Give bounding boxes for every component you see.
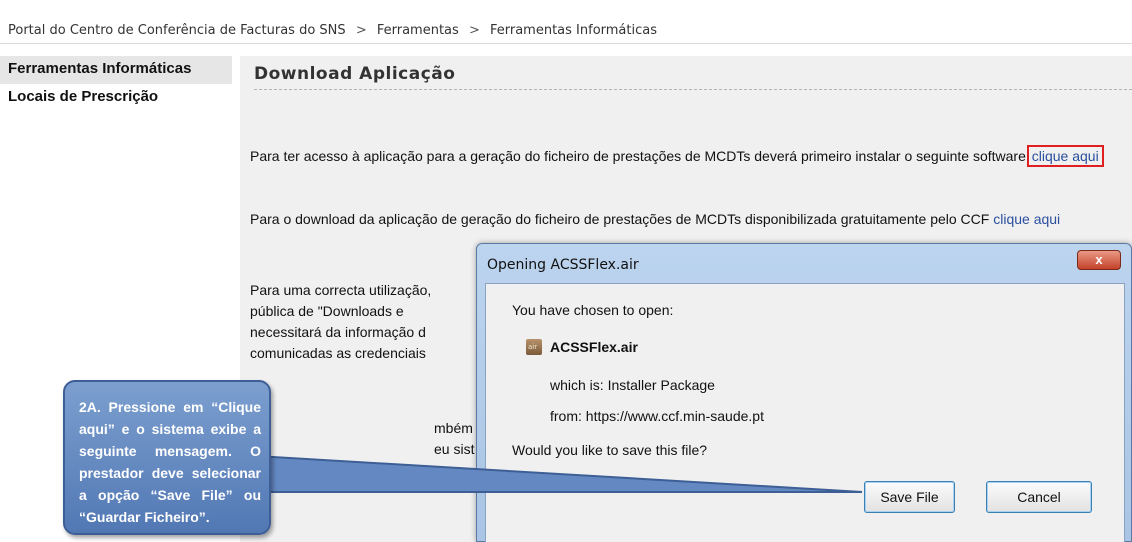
close-icon[interactable]: x <box>1077 250 1121 270</box>
dialog-question: Would you like to save this file? <box>512 442 708 458</box>
sidebar-item-locais-de-prescricao[interactable]: Locais de Prescrição <box>0 84 236 112</box>
file-type-value: Installer Package <box>607 377 715 393</box>
cancel-button[interactable]: Cancel <box>986 481 1092 513</box>
file-source-row: from: https://www.ccf.min-saude.pt <box>550 408 764 424</box>
file-type-label: which is: <box>550 377 604 393</box>
paragraph-application: Para o download da aplicação de geração … <box>250 209 1132 230</box>
breadcrumb: Portal do Centro de Conferência de Factu… <box>8 23 657 38</box>
instruction-callout: 2A. Pressione em “Clique aqui” e o siste… <box>63 380 271 535</box>
paragraph-software-text: Para ter acesso à aplicação para a geraç… <box>250 148 1026 164</box>
dialog-title: Opening ACSSFlex.air <box>487 257 639 273</box>
callout-text: 2A. Pressione em “Clique aqui” e o siste… <box>79 399 261 525</box>
dialog-body: You have chosen to open: air ACSSFlex.ai… <box>485 283 1125 542</box>
application-download-link[interactable]: clique aqui <box>993 211 1060 227</box>
page-title: Download Aplicação <box>254 64 456 84</box>
file-source-label: from: <box>550 408 582 424</box>
sidebar-item-ferramentas-informaticas[interactable]: Ferramentas Informáticas <box>0 56 232 84</box>
paragraph-application-text: Para o download da aplicação de geração … <box>250 211 990 227</box>
breadcrumb-separator: > <box>355 23 367 38</box>
file-source-value: https://www.ccf.min-saude.pt <box>585 408 764 424</box>
save-file-button[interactable]: Save File <box>864 481 955 513</box>
breadcrumb-separator: > <box>468 23 480 38</box>
air-package-icon: air <box>526 339 542 355</box>
paragraph-usage-line: pública de "Downloads e <box>250 303 404 319</box>
air-package-icon-text: air <box>528 343 538 351</box>
file-name: ACSSFlex.air <box>550 339 638 355</box>
sidebar: Ferramentas Informáticas Locais de Presc… <box>0 56 236 112</box>
breadcrumb-item-ferramentas[interactable]: Ferramentas <box>377 23 459 38</box>
dialog-prompt: You have chosen to open: <box>512 302 674 318</box>
software-download-link[interactable]: clique aqui <box>1026 145 1104 167</box>
paragraph-usage-partial: Para uma correcta utilização, pública de… <box>250 280 490 364</box>
paragraph-usage-line: Para uma correcta utilização, <box>250 282 432 298</box>
breadcrumb-item-ferramentas-informaticas[interactable]: Ferramentas Informáticas <box>490 23 657 38</box>
title-divider <box>254 89 1132 90</box>
paragraph-usage-line: necessitará da informação d <box>250 324 426 340</box>
breadcrumb-bar: Portal do Centro de Conferência de Factu… <box>0 0 1132 44</box>
paragraph-software: Para ter acesso à aplicação para a geraç… <box>250 145 1132 167</box>
breadcrumb-item-portal[interactable]: Portal do Centro de Conferência de Factu… <box>8 23 346 38</box>
file-type-row: which is: Installer Package <box>550 377 715 393</box>
open-file-dialog: Opening ACSSFlex.air x You have chosen t… <box>476 243 1132 542</box>
paragraph-usage-line: comunicadas as credenciais <box>250 345 426 361</box>
